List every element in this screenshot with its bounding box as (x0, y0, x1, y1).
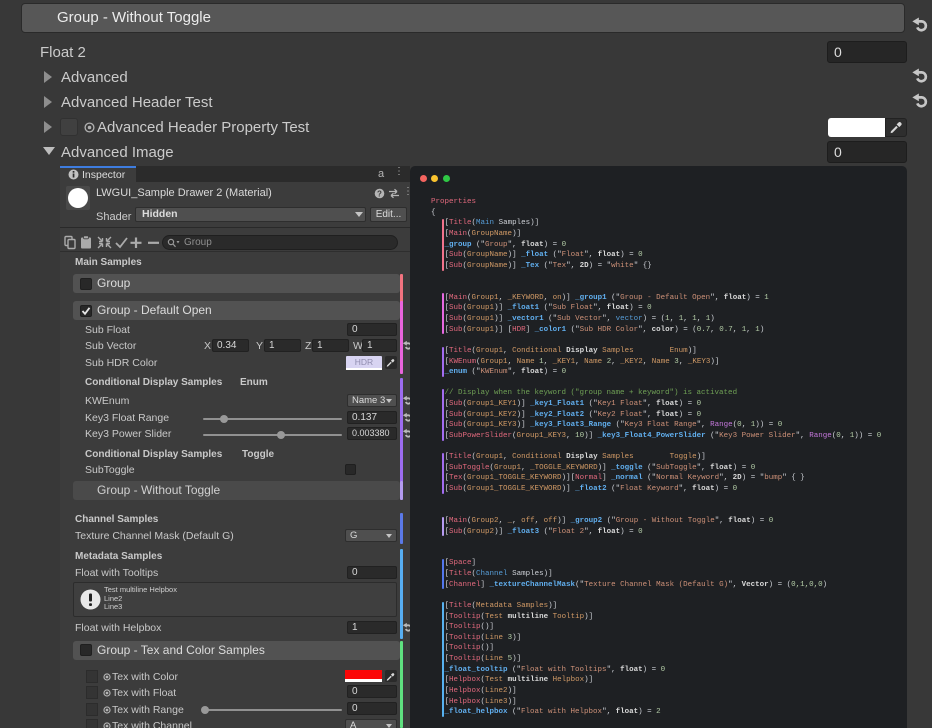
svg-text:?: ? (377, 189, 382, 198)
